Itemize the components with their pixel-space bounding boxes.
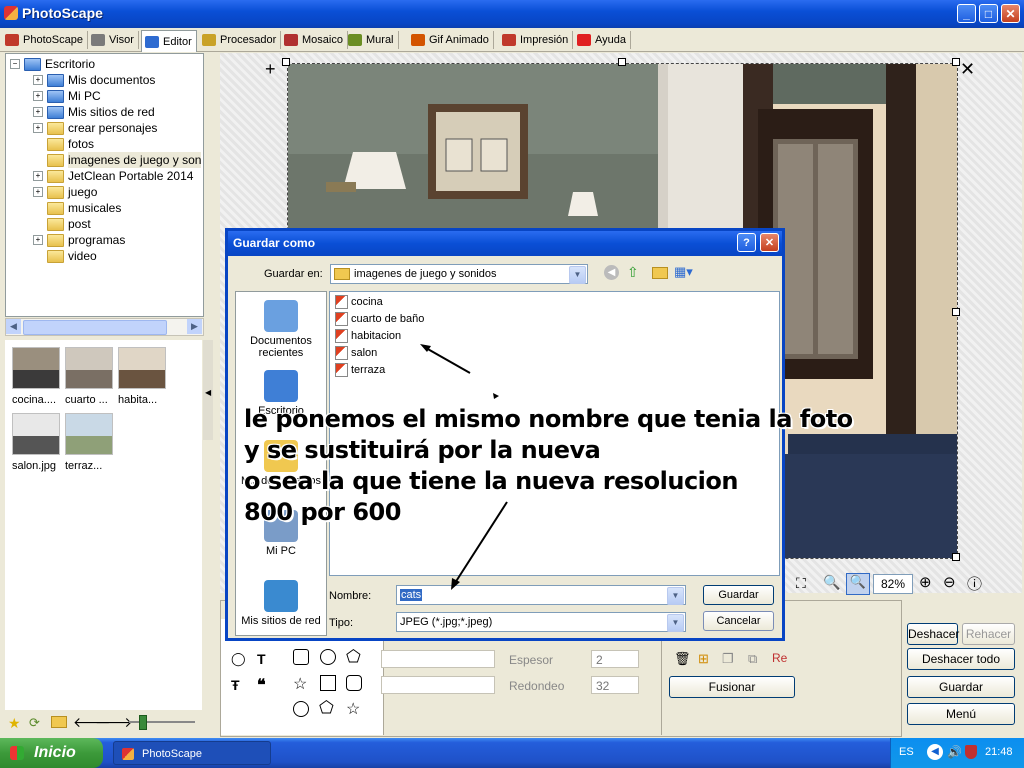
security-shield-icon[interactable]	[965, 745, 977, 759]
start-button[interactable]: Inicio	[0, 738, 103, 768]
annotation-line: 800 por 600	[244, 498, 401, 526]
arrow-to-file	[425, 347, 471, 374]
annotation-line: y se sustituirá por la nueva	[244, 436, 601, 464]
clock[interactable]: 21:48	[985, 746, 1013, 758]
photoscape-icon	[122, 748, 134, 760]
cursor-mark	[493, 393, 499, 399]
tutorial-annotation: le ponemos el mismo nombre que tenia la …	[244, 404, 864, 528]
arrowhead	[451, 578, 460, 590]
start-label: Inicio	[34, 744, 76, 761]
annotation-arrows	[420, 344, 508, 590]
system-tray: ES ◀ 🔊 21:48	[890, 738, 1024, 768]
speaker-icon[interactable]: 🔊	[947, 745, 962, 759]
language-indicator[interactable]: ES	[899, 746, 914, 758]
annotation-line: o sea la que tiene la nueva resolucion	[244, 467, 738, 495]
taskbar-app-label: PhotoScape	[142, 748, 202, 760]
tray-arrow-icon[interactable]: ◀	[927, 744, 943, 760]
taskbar-app-photoscape[interactable]: PhotoScape	[113, 741, 271, 765]
windows-logo-icon	[10, 746, 24, 760]
annotation-line: le ponemos el mismo nombre que tenia la …	[244, 405, 853, 433]
